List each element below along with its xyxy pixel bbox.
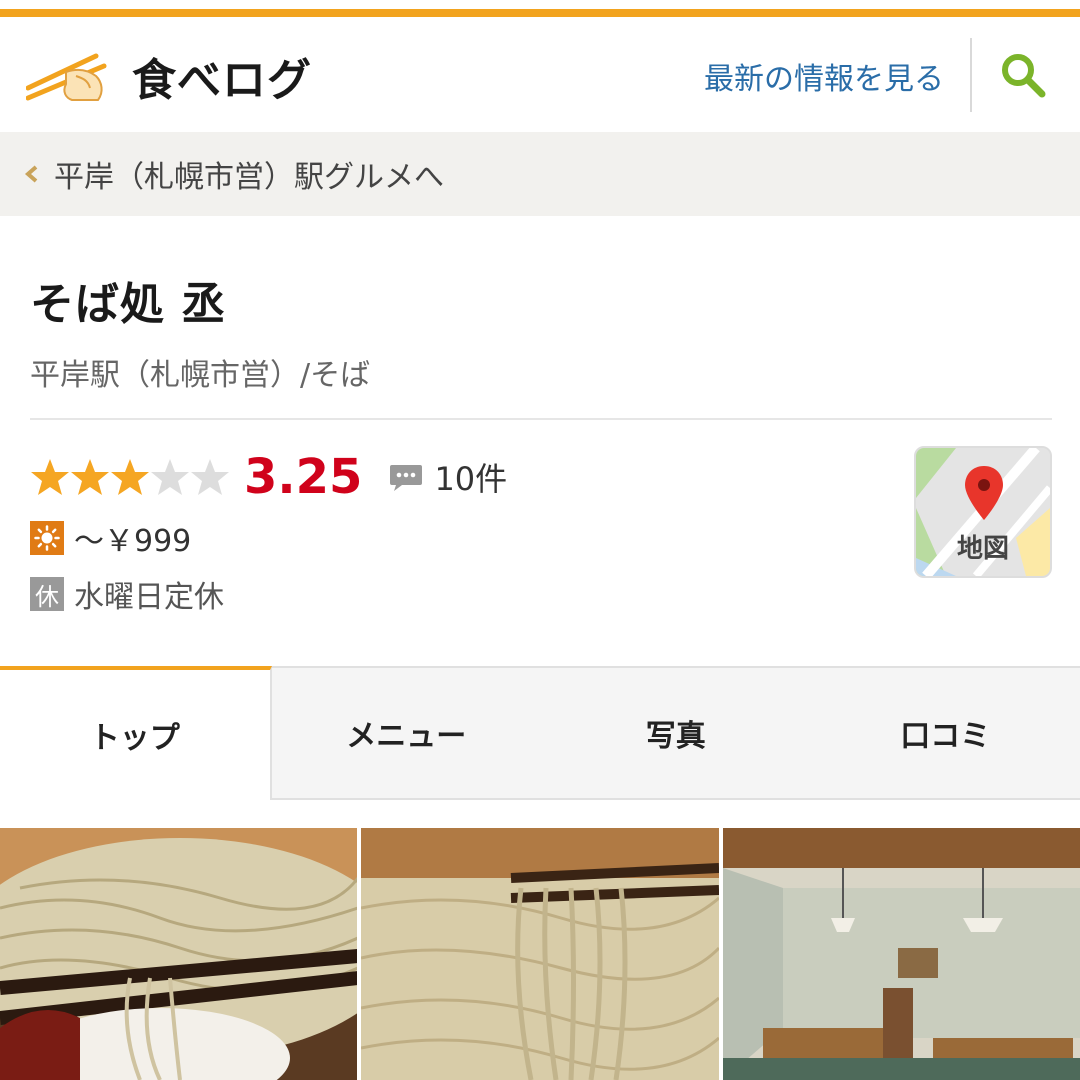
star-icon — [71, 459, 109, 495]
divider — [30, 418, 1052, 420]
holiday-row: 休 水曜日定休 — [30, 574, 224, 615]
shop-name: そば処 丞 — [30, 279, 227, 330]
site-header: 食べログ 最新の情報を見る — [0, 18, 1080, 132]
breadcrumb-link[interactable]: 平岸（札幌市営）駅グルメへ — [54, 152, 444, 196]
shop-info: そば処 丞 平岸駅（札幌市営）/そば — [30, 216, 1052, 420]
header-divider — [970, 38, 972, 112]
sun-icon — [30, 521, 64, 555]
photo-strip — [0, 828, 1080, 1080]
rating-score: 3.25 — [244, 449, 363, 505]
shop-station-genre: 平岸駅（札幌市営）/そば — [30, 358, 371, 393]
top-accent-bar — [0, 0, 1080, 18]
breadcrumb[interactable]: 平岸（札幌市営）駅グルメへ — [0, 132, 1080, 216]
tab-bar: トップ メニュー 写真 口コミ — [0, 666, 1080, 800]
star-rating — [30, 457, 230, 497]
map-button[interactable]: 地図 — [914, 446, 1052, 578]
star-icon — [151, 459, 189, 495]
star-icon — [191, 459, 229, 495]
price-range: ～￥999 — [74, 524, 192, 559]
tab-top[interactable]: トップ — [0, 666, 272, 800]
speech-bubble-icon — [390, 465, 423, 491]
photo-restaurant-interior[interactable] — [722, 828, 1080, 1080]
latest-info-link[interactable]: 最新の情報を見る — [704, 54, 944, 98]
chopsticks-logo-icon — [26, 53, 107, 101]
star-icon — [31, 459, 69, 495]
star-icon — [111, 459, 149, 495]
tab-photos[interactable]: 写真 — [541, 666, 811, 800]
map-label: 地図 — [956, 534, 1009, 564]
review-count[interactable]: 10件 — [434, 454, 507, 500]
photo-soba-noodles-2[interactable] — [361, 828, 719, 1080]
map-pin-icon — [965, 466, 1003, 520]
tab-menu[interactable]: メニュー — [271, 666, 541, 800]
chevron-left-icon — [24, 165, 38, 183]
photo-soba-noodles-1[interactable] — [0, 828, 358, 1080]
site-logo[interactable]: 食べログ — [26, 46, 312, 106]
rating-row: 3.25 10件 — [30, 444, 507, 510]
holiday-badge: 休 — [30, 577, 64, 611]
holiday-text: 水曜日定休 — [74, 580, 224, 615]
lunch-price-row: ～￥999 — [30, 518, 192, 559]
search-icon[interactable] — [998, 50, 1048, 100]
logo-text: 食べログ — [132, 55, 312, 106]
tab-reviews[interactable]: 口コミ — [810, 666, 1080, 800]
